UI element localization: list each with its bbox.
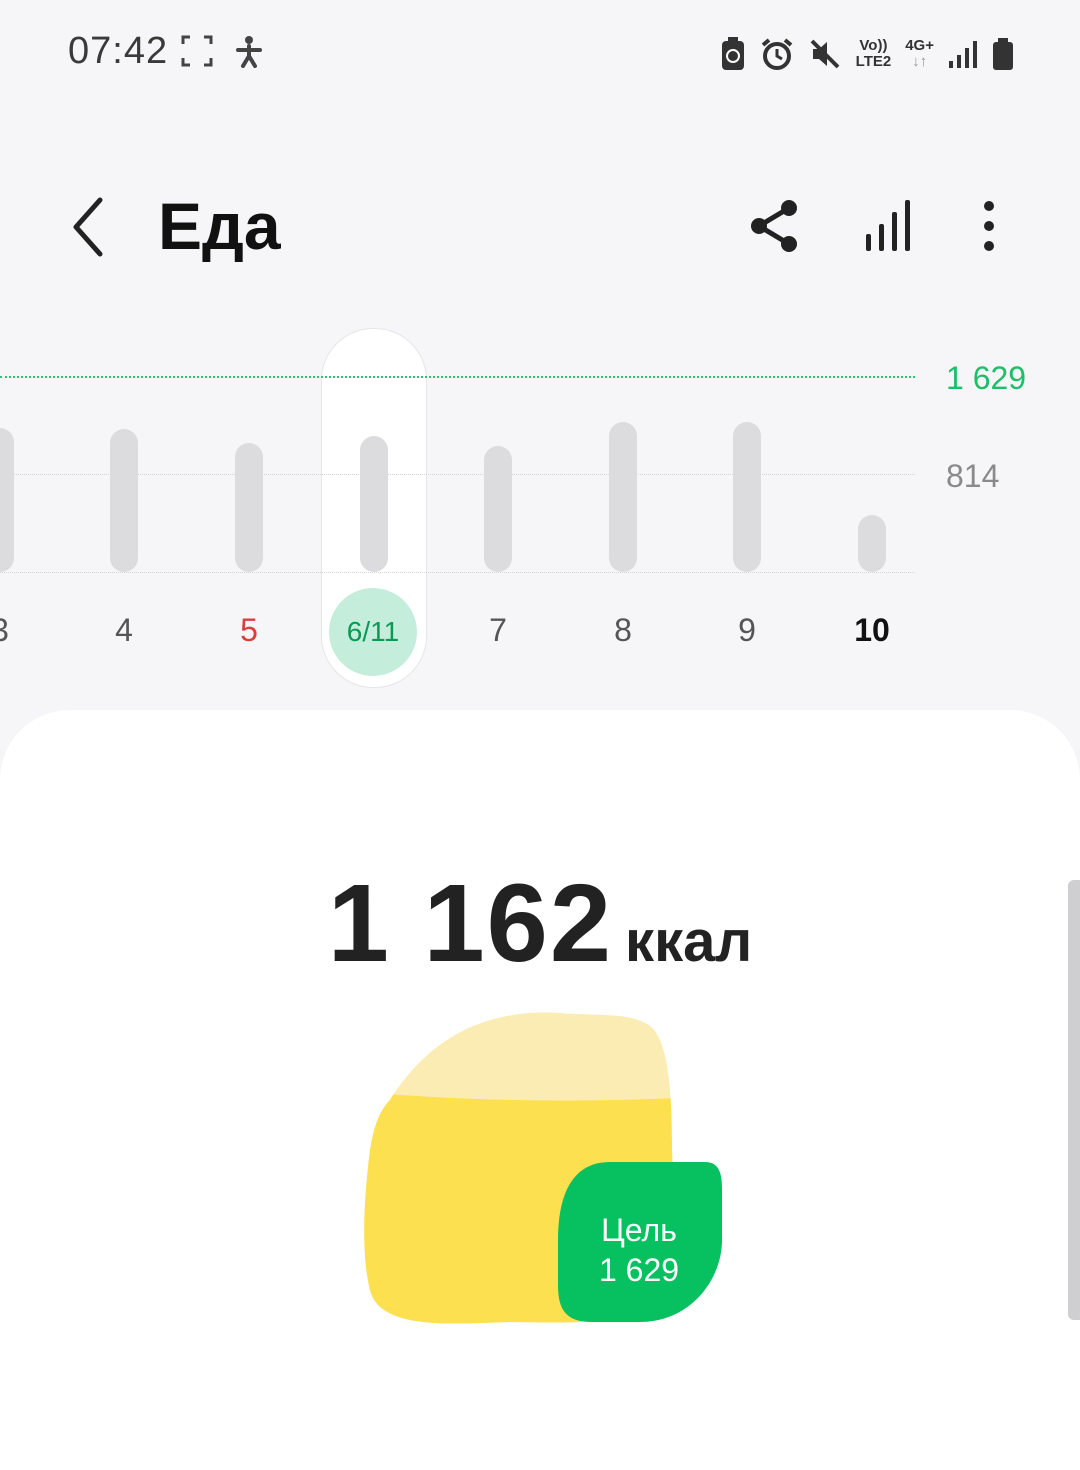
x-label-9[interactable]: 9 bbox=[707, 612, 787, 649]
goal-label: Цель bbox=[601, 1212, 677, 1248]
signal-icon bbox=[949, 41, 977, 68]
calorie-value: 1 162 bbox=[327, 862, 614, 985]
calorie-total: 1 162 ккал bbox=[0, 860, 1080, 987]
calorie-unit: ккал bbox=[625, 909, 753, 974]
more-options-button[interactable] bbox=[960, 196, 1020, 256]
y-tick-goal: 1 629 bbox=[946, 360, 1027, 396]
bar-day-4[interactable] bbox=[110, 428, 138, 572]
app-header: Еда bbox=[0, 170, 1080, 290]
more-vert-icon bbox=[984, 201, 994, 251]
volte-label: Vo)) bbox=[859, 37, 888, 54]
bar-day-9[interactable] bbox=[733, 421, 761, 572]
mute-icon bbox=[810, 39, 840, 69]
data-arrows-icon: ↓↑ bbox=[912, 53, 928, 70]
back-button[interactable] bbox=[60, 192, 120, 262]
bar-day-7[interactable] bbox=[484, 445, 512, 572]
goal-line bbox=[0, 376, 915, 378]
bar-day-5[interactable] bbox=[235, 443, 263, 572]
goal-value: 1 629 bbox=[598, 1252, 680, 1288]
screenshot-frame-icon bbox=[181, 35, 213, 67]
bar-day-3[interactable] bbox=[0, 427, 14, 572]
page-title: Еда bbox=[158, 189, 281, 263]
share-button[interactable] bbox=[745, 196, 805, 256]
bar-chart-icon bbox=[866, 200, 910, 251]
share-icon bbox=[751, 200, 797, 252]
x-label-8[interactable]: 8 bbox=[583, 612, 663, 649]
x-label-5[interactable]: 5 bbox=[209, 612, 289, 649]
x-label-4[interactable]: 4 bbox=[84, 612, 164, 649]
x-label-10[interactable]: 10 bbox=[832, 612, 912, 649]
battery-icon bbox=[993, 38, 1013, 70]
network-gen-label: 4G+ bbox=[905, 37, 934, 54]
bar-day-10[interactable] bbox=[858, 515, 886, 572]
daily-calories-chart: 1 629 814 3 4 5 6/11 7 8 9 10 bbox=[0, 320, 1080, 700]
alarm-icon bbox=[761, 38, 792, 70]
status-time: 07:42 bbox=[68, 30, 169, 72]
status-bar: 07:42 Vo)) LTE2 4G+ ↓↑ bbox=[0, 0, 1080, 110]
bar-day-8[interactable] bbox=[609, 421, 637, 572]
trends-button[interactable] bbox=[860, 196, 920, 256]
y-tick-mid: 814 bbox=[946, 458, 1000, 494]
battery-saver-icon bbox=[721, 37, 744, 70]
summary-card: 1 162 ккал Цель 1 629 bbox=[0, 710, 1080, 1470]
accessibility-icon bbox=[236, 36, 262, 68]
scrollbar[interactable] bbox=[1068, 880, 1080, 1320]
bar-day-6-11[interactable] bbox=[360, 436, 388, 572]
goal-badge: Цель 1 629 bbox=[556, 1170, 722, 1330]
chevron-left-icon bbox=[73, 197, 103, 257]
x-label-selected[interactable]: 6/11 bbox=[329, 588, 417, 676]
base-gridline bbox=[0, 572, 915, 573]
lte-label: LTE2 bbox=[855, 53, 892, 70]
x-label-3[interactable]: 3 bbox=[0, 612, 40, 649]
x-label-7[interactable]: 7 bbox=[458, 612, 538, 649]
